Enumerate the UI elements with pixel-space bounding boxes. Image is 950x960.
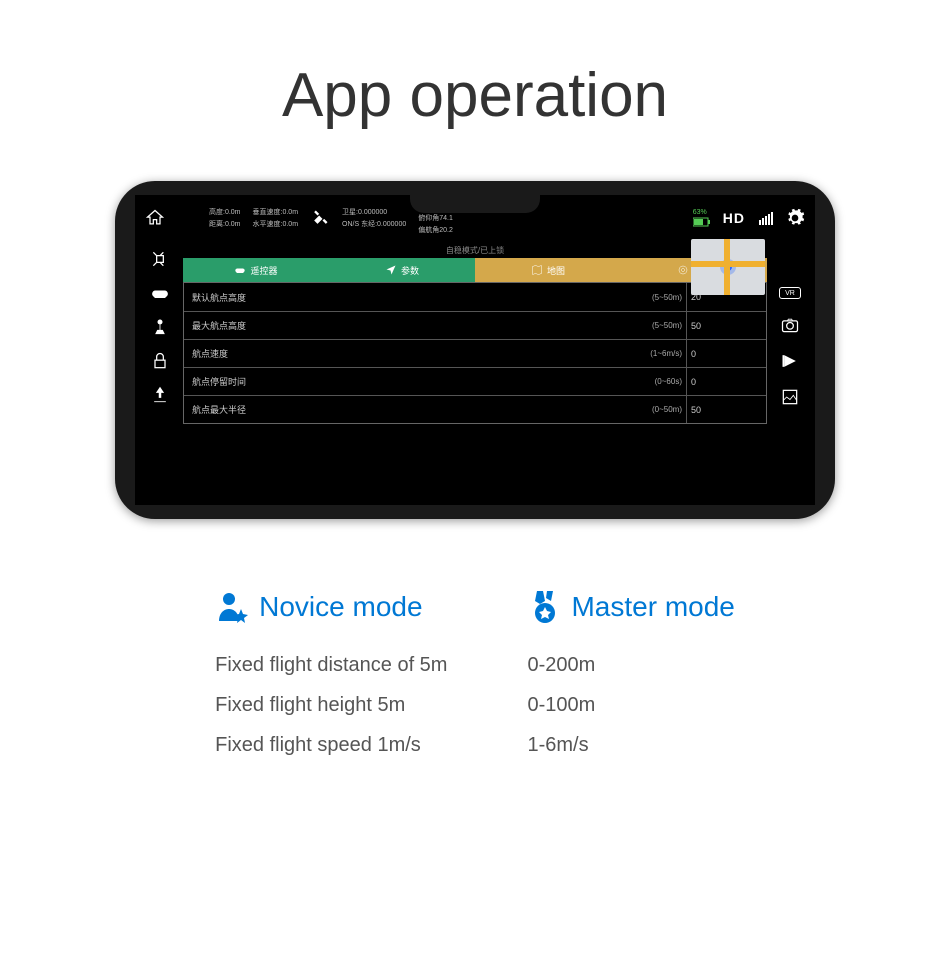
- master-mode-col: Master mode 0-200m 0-100m 1-6m/s: [527, 589, 734, 765]
- satellite-icon: [310, 208, 330, 228]
- battery-icon: 63%: [693, 209, 711, 227]
- param-input[interactable]: 0: [686, 340, 766, 367]
- center-panel: 自稳模式/已上锁 遥控器 参数 地图 其他 默认航点高度(5~50m)20 最大…: [183, 243, 767, 424]
- table-row: 航点最大半径(0~50m)50: [184, 395, 766, 423]
- home-icon[interactable]: [145, 208, 165, 228]
- master-medal-icon: [527, 589, 563, 625]
- table-row: 最大航点高度(5~50m)50: [184, 311, 766, 339]
- novice-user-icon: [215, 589, 251, 625]
- phone-frame: 高度:0.0m距离:0.0m 垂直速度:0.0m水平速度:0.0m 卫星:0.0…: [115, 181, 835, 519]
- novice-mode-col: Novice mode Fixed flight distance of 5m …: [215, 589, 447, 765]
- takeoff-icon[interactable]: [150, 385, 170, 405]
- camera-icon[interactable]: [780, 315, 800, 335]
- page-title: App operation: [0, 0, 950, 181]
- master-line: 0-200m: [527, 645, 734, 685]
- record-icon[interactable]: [780, 351, 800, 371]
- tab-map[interactable]: 地图: [475, 258, 621, 282]
- novice-line: Fixed flight distance of 5m: [215, 645, 447, 685]
- novice-line: Fixed flight height 5m: [215, 685, 447, 725]
- tab-params[interactable]: 参数: [329, 258, 475, 282]
- location-arrow-icon[interactable]: [177, 208, 197, 228]
- vr-icon[interactable]: VR: [779, 287, 801, 299]
- gallery-icon[interactable]: [780, 387, 800, 407]
- signal-bars-icon: [759, 212, 773, 225]
- modes-comparison: Novice mode Fixed flight distance of 5m …: [0, 589, 950, 765]
- gear-icon[interactable]: [785, 208, 805, 228]
- table-row: 航点停留时间(0~60s)0: [184, 367, 766, 395]
- master-line: 0-100m: [527, 685, 734, 725]
- joystick-icon[interactable]: [150, 317, 170, 337]
- param-input[interactable]: 0: [686, 368, 766, 395]
- tabs: 遥控器 参数 地图 其他: [183, 258, 767, 282]
- lock-icon[interactable]: [150, 351, 170, 371]
- table-row: 默认航点高度(5~50m)20: [184, 283, 766, 311]
- table-row: 航点速度(1~6m/s)0: [184, 339, 766, 367]
- novice-title: Novice mode: [259, 591, 422, 623]
- params-table: 默认航点高度(5~50m)20 最大航点高度(5~50m)50 航点速度(1~6…: [183, 282, 767, 424]
- drone-icon[interactable]: [150, 249, 170, 269]
- master-line: 1-6m/s: [527, 725, 734, 765]
- left-sidebar: [143, 243, 177, 424]
- controller-icon[interactable]: [150, 283, 170, 303]
- mode-label: 自稳模式/已上锁: [183, 243, 767, 258]
- tab-controller[interactable]: 遥控器: [183, 258, 329, 282]
- right-sidebar: VR: [773, 243, 807, 424]
- master-title: Master mode: [571, 591, 734, 623]
- novice-line: Fixed flight speed 1m/s: [215, 725, 447, 765]
- minimap[interactable]: [691, 239, 765, 295]
- phone-notch: [410, 195, 540, 213]
- param-input[interactable]: 50: [686, 312, 766, 339]
- hd-indicator: HD: [723, 210, 745, 226]
- param-input[interactable]: 50: [686, 396, 766, 423]
